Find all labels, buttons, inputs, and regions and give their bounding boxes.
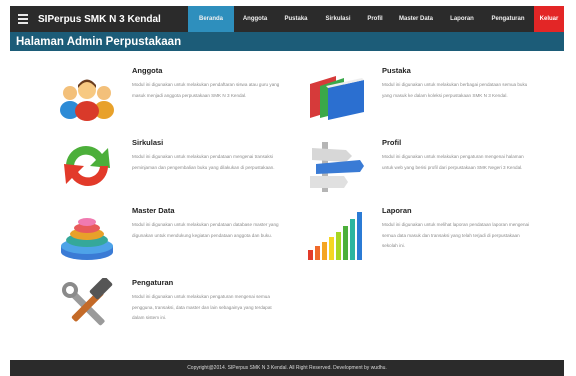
- module-title: Laporan: [382, 206, 412, 215]
- nav-item-beranda[interactable]: Beranda: [188, 6, 234, 32]
- bar-chart-icon: [308, 212, 362, 260]
- nav-item-master-data[interactable]: Master Data: [390, 6, 442, 32]
- nav-item-anggota[interactable]: Anggota: [234, 6, 276, 32]
- nav-item-pustaka[interactable]: Pustaka: [276, 6, 316, 32]
- module-sirkulasi[interactable]: Sirkulasi Modul ini digunakan untuk mela…: [56, 138, 286, 194]
- footer-copyright: Copyright@2014. SIPerpus SMK N 3 Kendal.…: [187, 365, 387, 371]
- nav-item-profil[interactable]: Profil: [360, 6, 390, 32]
- module-description: Modul ini digunakan untuk melakukan pend…: [132, 154, 275, 170]
- books-icon: [310, 76, 364, 120]
- module-description: Modul ini digunakan untuk melakukan pend…: [132, 222, 279, 238]
- module-description: Modul ini digunakan untuk melakukan pend…: [132, 82, 280, 98]
- hamburger-menu-icon[interactable]: [12, 6, 34, 32]
- module-description: Modul ini digunakan untuk melakukan peng…: [382, 154, 524, 170]
- nav-item-pengaturan[interactable]: Pengaturan: [482, 6, 534, 32]
- page-title: Halaman Admin Perpustakaan: [16, 35, 182, 48]
- module-title: Profil: [382, 138, 402, 147]
- page-header: Halaman Admin Perpustakaan: [10, 32, 564, 51]
- module-title: Pengaturan: [132, 278, 174, 287]
- tools-icon: [62, 278, 113, 326]
- module-title: Anggota: [132, 66, 163, 75]
- footer: Copyright@2014. SIPerpus SMK N 3 Kendal.…: [10, 360, 564, 376]
- module-profil[interactable]: Profil Modul ini digunakan untuk melakuk…: [306, 138, 536, 194]
- module-pengaturan[interactable]: Pengaturan Modul ini digunakan untuk mel…: [56, 278, 286, 334]
- module-pustaka[interactable]: Pustaka Modul ini digunakan untuk melaku…: [306, 66, 536, 122]
- refresh-arrows-icon: [64, 146, 110, 187]
- signpost-icon: [310, 142, 364, 192]
- module-description: Modul ini digunakan untuk melakukan berb…: [382, 82, 528, 98]
- database-layers-icon: [61, 218, 113, 260]
- nav-menu: Beranda Anggota Pustaka Sirkulasi Profil…: [188, 6, 564, 32]
- module-title: Master Data: [132, 206, 175, 215]
- module-description: Modul ini digunakan untuk melakukan peng…: [132, 294, 272, 320]
- module-description: Modul ini digunakan untuk melihat lapora…: [382, 222, 530, 248]
- module-anggota[interactable]: Anggota Modul ini digunakan untuk melaku…: [56, 66, 286, 122]
- module-laporan[interactable]: Laporan Modul ini digunakan untuk meliha…: [306, 206, 536, 262]
- app-brand[interactable]: SIPerpus SMK N 3 Kendal: [38, 14, 161, 25]
- users-icon: [60, 79, 114, 121]
- module-title: Pustaka: [382, 66, 411, 75]
- nav-item-laporan[interactable]: Laporan: [442, 6, 482, 32]
- top-navbar: SIPerpus SMK N 3 Kendal Beranda Anggota …: [10, 6, 564, 32]
- module-master-data[interactable]: Master Data Modul ini digunakan untuk me…: [56, 206, 286, 262]
- nav-item-sirkulasi[interactable]: Sirkulasi: [316, 6, 360, 32]
- module-title: Sirkulasi: [132, 138, 164, 147]
- logout-button[interactable]: Keluar: [534, 6, 564, 32]
